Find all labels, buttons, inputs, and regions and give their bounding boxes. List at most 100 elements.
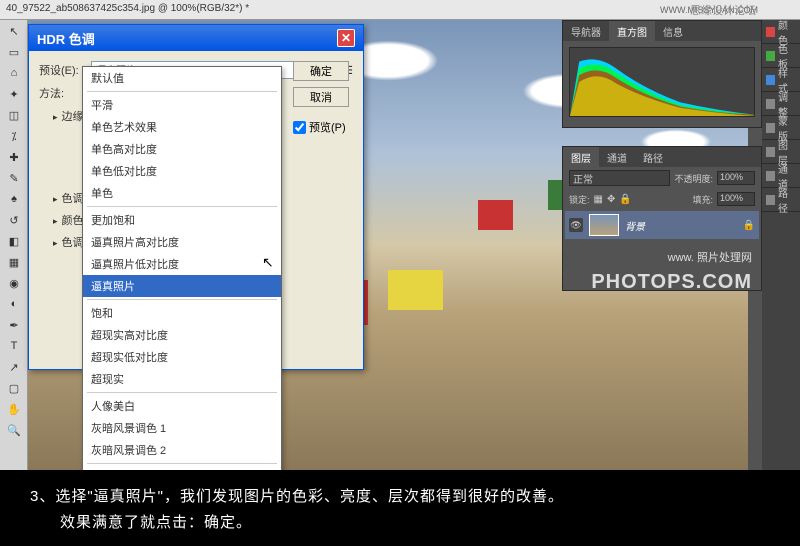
dropdown-item[interactable]: 默认值: [83, 67, 281, 89]
caption-line2: 效果满意了就点击：确定。: [30, 510, 770, 536]
lock-label: 锁定:: [569, 193, 590, 206]
preset-dropdown: 默认值平滑单色艺术效果单色高对比度单色低对比度单色更加饱和逼真照片高对比度逼真照…: [82, 66, 282, 489]
tab-navigator[interactable]: 导航器: [563, 21, 609, 41]
panel-icon: [766, 147, 775, 157]
preview-checkbox[interactable]: 预览(P): [293, 119, 353, 135]
dropdown-item[interactable]: 单色低对比度: [83, 160, 281, 182]
close-icon[interactable]: ✕: [337, 29, 355, 47]
tab-histogram[interactable]: 直方图: [609, 21, 655, 41]
collapsed-panels: 颜色色板样式调整蒙版图层通道路径: [762, 20, 800, 470]
dropdown-separator: [87, 91, 277, 92]
ok-button[interactable]: 确定: [293, 61, 349, 81]
dialog-title-text: HDR 色调: [37, 29, 95, 48]
cancel-button[interactable]: 取消: [293, 87, 349, 107]
forum-label: 思缘设计论坛: [690, 2, 756, 18]
caption-line1: 3、选择"逼真照片"，我们发现图片的色彩、亮度、层次都得到很好的改善。: [30, 484, 770, 510]
watermark: www. 照片处理网 PHOTOPS.COM: [591, 250, 752, 297]
preset-label: 预设(E):: [39, 62, 87, 78]
opacity-label: 不透明度:: [674, 172, 713, 185]
blend-mode-select[interactable]: 正常: [569, 170, 670, 186]
dropdown-item[interactable]: 饱和: [83, 302, 281, 324]
navigator-histogram-panel: 导航器 直方图 信息: [562, 20, 762, 128]
dropdown-item[interactable]: 单色: [83, 182, 281, 204]
dropdown-item[interactable]: 更加饱和: [83, 209, 281, 231]
hand-tool-icon[interactable]: ✋: [2, 399, 26, 419]
brush-tool-icon[interactable]: ✎: [2, 168, 26, 188]
panel-icon: [766, 171, 775, 181]
lock-all-icon[interactable]: 🔒: [619, 194, 631, 205]
panel-icon: [766, 27, 775, 37]
dropdown-item[interactable]: 逼真照片高对比度: [83, 231, 281, 253]
panel-toggle[interactable]: 路径: [762, 188, 800, 212]
type-tool-icon[interactable]: T: [2, 336, 26, 356]
opacity-value[interactable]: 100%: [717, 171, 755, 185]
prayer-flag: [478, 200, 513, 230]
pen-tool-icon[interactable]: ✒: [2, 315, 26, 335]
history-brush-icon[interactable]: ↺: [2, 210, 26, 230]
dialog-buttons: 确定 取消 预览(P): [293, 61, 353, 135]
layer-row[interactable]: 👁 背景 🔒: [565, 211, 759, 239]
visibility-icon[interactable]: 👁: [569, 218, 583, 232]
panel-icon: [766, 195, 775, 205]
dropdown-item[interactable]: 超现实: [83, 368, 281, 390]
dropdown-item[interactable]: 灰暗风景调色 2: [83, 439, 281, 461]
dropdown-item[interactable]: 逼真照片低对比度: [83, 253, 281, 275]
preview-check-input[interactable]: [293, 121, 306, 134]
dropdown-item[interactable]: 单色艺术效果: [83, 116, 281, 138]
dropdown-item[interactable]: 逼真照片: [83, 275, 281, 297]
dialog-titlebar[interactable]: HDR 色调 ✕: [29, 25, 363, 51]
panel-icon: [766, 51, 775, 61]
dropdown-item[interactable]: 超现实高对比度: [83, 324, 281, 346]
crop-tool-icon[interactable]: ◫: [2, 105, 26, 125]
fill-value[interactable]: 100%: [717, 192, 755, 206]
dropdown-item[interactable]: 单色高对比度: [83, 138, 281, 160]
tab-paths[interactable]: 路径: [635, 147, 671, 167]
wand-tool-icon[interactable]: ✦: [2, 84, 26, 104]
gradient-tool-icon[interactable]: ▦: [2, 252, 26, 272]
eraser-tool-icon[interactable]: ◧: [2, 231, 26, 251]
method-label: 方法:: [39, 88, 64, 100]
nav-tabs: 导航器 直方图 信息: [563, 21, 761, 41]
watermark-cn: 照片处理网: [697, 252, 752, 264]
panel-icon: [766, 75, 775, 85]
tools-panel: ↖ ▭ ⌂ ✦ ◫ ⁒ ✚ ✎ ♠ ↺ ◧ ▦ ◉ ◐ ✒ T ↗ ▢ ✋ 🔍: [0, 20, 28, 470]
dropdown-separator: [87, 206, 277, 207]
lock-icon: 🔒: [743, 220, 755, 231]
tab-info[interactable]: 信息: [655, 21, 691, 41]
watermark-www: www.: [668, 252, 694, 264]
dropdown-item[interactable]: 超现实低对比度: [83, 346, 281, 368]
eyedropper-tool-icon[interactable]: ⁒: [2, 126, 26, 146]
move-tool-icon[interactable]: ↖: [2, 21, 26, 41]
tutorial-caption: 3、选择"逼真照片"，我们发现图片的色彩、亮度、层次都得到很好的改善。 效果满意…: [0, 470, 800, 546]
panel-icon: [766, 123, 775, 133]
layer-thumbnail[interactable]: [589, 214, 619, 236]
shape-tool-icon[interactable]: ▢: [2, 378, 26, 398]
prayer-flag: [388, 270, 443, 310]
blur-tool-icon[interactable]: ◉: [2, 273, 26, 293]
marquee-tool-icon[interactable]: ▭: [2, 42, 26, 62]
lock-pixels-icon[interactable]: ▦: [594, 194, 603, 205]
dodge-tool-icon[interactable]: ◐: [2, 294, 26, 314]
dropdown-separator: [87, 463, 277, 464]
watermark-domain: PHOTOPS.COM: [591, 271, 752, 293]
panel-icon: [766, 99, 775, 109]
dropdown-separator: [87, 392, 277, 393]
lock-position-icon[interactable]: ✥: [607, 194, 615, 205]
panel-label: 路径: [778, 185, 796, 215]
dropdown-item[interactable]: 平滑: [83, 94, 281, 116]
dropdown-item[interactable]: 灰暗风景调色 1: [83, 417, 281, 439]
histogram-display: [569, 47, 755, 117]
tab-layers[interactable]: 图层: [563, 147, 599, 167]
lasso-tool-icon[interactable]: ⌂: [2, 63, 26, 83]
path-tool-icon[interactable]: ↗: [2, 357, 26, 377]
layer-name[interactable]: 背景: [625, 218, 645, 233]
dropdown-item[interactable]: 人像美白: [83, 395, 281, 417]
stamp-tool-icon[interactable]: ♠: [2, 189, 26, 209]
dropdown-separator: [87, 299, 277, 300]
heal-tool-icon[interactable]: ✚: [2, 147, 26, 167]
preview-label: 预览(P): [309, 119, 346, 135]
tab-channels[interactable]: 通道: [599, 147, 635, 167]
zoom-tool-icon[interactable]: 🔍: [2, 420, 26, 440]
photoshop-app: 40_97522_ab508637425c354.jpg @ 100%(RGB/…: [0, 0, 800, 470]
fill-label: 填充:: [692, 193, 713, 206]
